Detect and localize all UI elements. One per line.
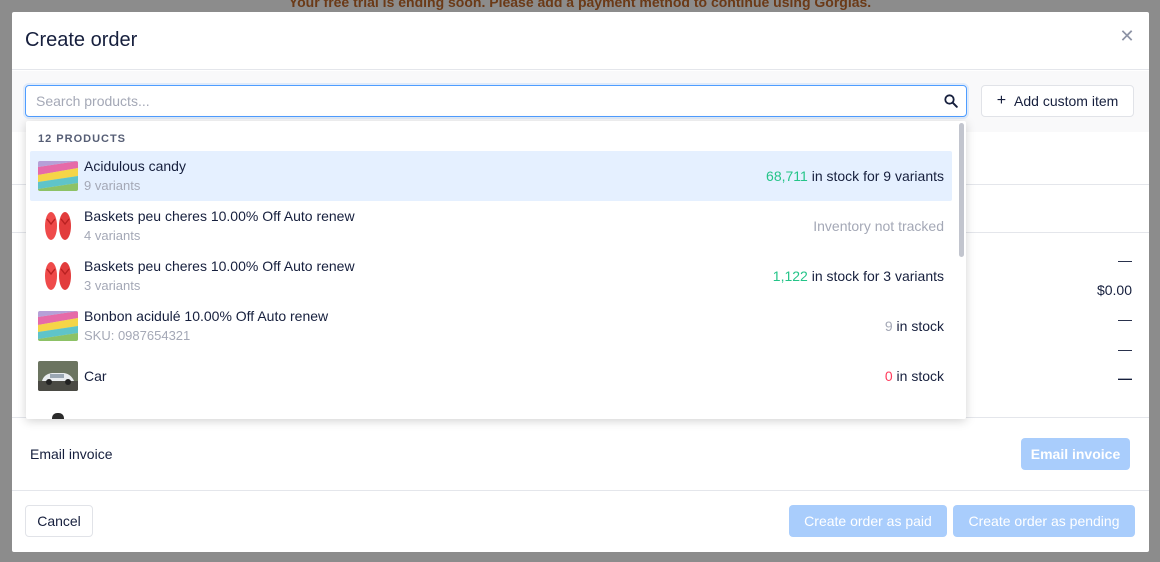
stock-info: Inventory not tracked [813, 218, 944, 234]
stock-text: in stock [892, 368, 944, 384]
product-variants: 9 variants [84, 178, 141, 193]
product-dropdown: 12 PRODUCTS Acidulous candy 9 variants 68,… [26, 121, 966, 419]
search-field [25, 85, 967, 117]
order-summary: unt — otal $0.00 ing — kes — otal — [942, 248, 1132, 396]
summary-row-taxes: kes — [942, 337, 1132, 367]
email-invoice-button[interactable]: Email invoice [1021, 438, 1130, 470]
cancel-button[interactable]: Cancel [25, 505, 93, 537]
plus-icon: + [996, 92, 1007, 109]
stock-info: 68,711 in stock for 9 variants [766, 168, 944, 184]
stock-info: 0 in stock [885, 368, 944, 384]
summary-row-subtotal: otal $0.00 [942, 278, 1132, 308]
product-name: Acidulous candy [84, 158, 186, 174]
product-item[interactable]: Acidulous candy 9 variants 68,711 in stock… [30, 151, 952, 201]
product-thumbnail [38, 361, 78, 391]
product-name: Baskets peu cheres 10.00% Off Auto renew [84, 208, 355, 224]
modal-header: Create order ✕ [12, 12, 1149, 70]
search-input[interactable] [26, 86, 926, 116]
add-custom-item-label: Add custom item [1014, 93, 1119, 109]
stock-text: in stock for 3 variants [807, 268, 944, 284]
product-item[interactable]: Coca zero [30, 401, 952, 419]
stock-count: 0 [884, 368, 893, 384]
summary-row-shipping: ing — [942, 307, 1132, 337]
product-item[interactable]: Baskets peu cheres 10.00% Off Auto renew… [30, 201, 952, 251]
product-name: Coca zero [84, 418, 148, 419]
product-item[interactable]: Car 0 in stock [30, 351, 952, 401]
modal-title: Create order [25, 29, 138, 51]
product-thumbnail [38, 411, 78, 419]
summary-row-total: otal — [942, 366, 1132, 396]
product-name: Baskets peu cheres 10.00% Off Auto renew [84, 258, 355, 274]
modal-footer: Cancel Create order as paid Create order… [12, 492, 1149, 552]
stock-count: 1,122 [772, 268, 808, 284]
stock-count: 9 [884, 318, 893, 334]
product-results-list: Acidulous candy 9 variants 68,711 in stock… [26, 151, 958, 419]
product-item[interactable]: Baskets peu cheres 10.00% Off Auto renew… [30, 251, 952, 301]
shipping-value: — [1118, 311, 1132, 327]
summary-row-discount: unt — [942, 248, 1132, 278]
discount-value: — [1118, 252, 1132, 268]
product-item[interactable]: Bonbon acidulé 10.00% Off Auto renew SKU:… [30, 301, 952, 351]
product-name: Car [84, 368, 107, 384]
product-thumbnail [38, 261, 78, 291]
product-variants: 3 variants [84, 278, 141, 293]
subtotal-value: $0.00 [1096, 281, 1132, 298]
create-order-paid-button[interactable]: Create order as paid [789, 505, 947, 537]
stock-count: 68,711 [766, 168, 808, 184]
total-value: — [1118, 370, 1132, 386]
add-custom-item-button[interactable]: + Add custom item [981, 85, 1134, 117]
close-icon[interactable]: ✕ [1118, 27, 1136, 45]
product-count-header: 12 PRODUCTS [38, 133, 127, 145]
product-variants: 4 variants [84, 228, 141, 243]
stock-info: 1,122 in stock for 3 variants [773, 268, 944, 284]
product-thumbnail [38, 311, 78, 341]
stock-text: in stock [892, 318, 944, 334]
stock-text: Inventory not tracked [813, 218, 944, 234]
email-invoice-label: Email invoice [30, 446, 113, 462]
taxes-value: — [1118, 340, 1132, 357]
create-order-pending-button[interactable]: Create order as pending [953, 505, 1135, 537]
search-icon[interactable] [944, 94, 958, 108]
product-thumbnail [38, 161, 78, 191]
stock-text: in stock for 9 variants [807, 168, 944, 184]
product-variants: SKU: 0987654321 [84, 328, 191, 343]
trial-banner: Your free trial is ending soon. Please a… [0, 0, 1160, 12]
product-thumbnail [38, 211, 78, 241]
dropdown-scrollbar[interactable] [959, 123, 964, 257]
trial-banner-text: Your free trial is ending soon. Please a… [288, 0, 872, 10]
stock-info: 9 in stock [885, 318, 944, 334]
email-invoice-section: Email invoice Email invoice [12, 417, 1149, 491]
product-name: Bonbon acidulé 10.00% Off Auto renew [84, 308, 329, 324]
